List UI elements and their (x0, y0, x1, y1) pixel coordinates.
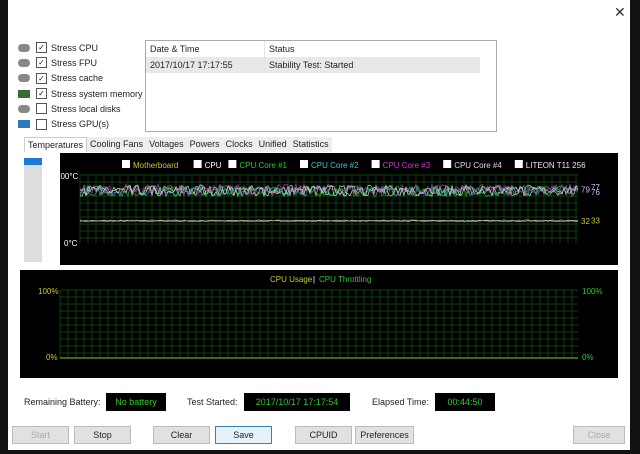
memory-icon (18, 89, 30, 98)
option-label: Stress CPU (51, 42, 99, 53)
y-top-label-left: 100% (38, 287, 58, 296)
stop-button[interactable]: Stop (74, 426, 131, 444)
option-label: Stress system memory (51, 88, 143, 99)
checkbox[interactable]: ✓ (36, 42, 47, 54)
end-value-label: 79 (581, 185, 590, 194)
tab-bar: Temperatures Cooling Fans Voltages Powers Cl… (24, 137, 332, 152)
y-bottom-label: 0°C (64, 239, 78, 248)
y-bottom-label-right: 0% (582, 353, 594, 362)
disk-icon (18, 104, 30, 113)
legend-checkbox (300, 160, 308, 168)
log-time: 2017/10/17 17:17:55 (146, 57, 265, 73)
tab-cooling-fans[interactable]: Cooling Fans (87, 137, 147, 152)
end-value-label: 76 (591, 188, 600, 197)
scroll-thumb[interactable] (24, 158, 42, 165)
y-top-label: 100°C (60, 172, 79, 181)
start-button[interactable]: Start (12, 426, 69, 444)
stress-option[interactable]: ✓ Stress system memory (18, 86, 143, 101)
checkbox[interactable]: ✓ (36, 57, 47, 69)
tab-statistics[interactable]: Statistics (289, 137, 332, 152)
title-separator: | (313, 275, 315, 284)
gpu-icon (18, 120, 30, 129)
save-button[interactable]: Save (215, 426, 272, 444)
stress-options: ✓ Stress CPU ✓ Stress FPU ✓ Stress cache ✓ Stre… (18, 40, 143, 132)
checkbox[interactable] (36, 103, 47, 115)
option-label: Stress GPU(s) (51, 119, 110, 130)
col-date-time[interactable]: Date & Time (146, 41, 265, 57)
option-label: Stress FPU (51, 57, 98, 68)
stress-option[interactable]: ✓ Stress FPU (18, 55, 143, 70)
close-icon[interactable]: ✕ (614, 4, 626, 21)
test-started-value: 2017/10/17 17:17:54 (244, 393, 350, 411)
end-value-label: 32 (581, 217, 590, 226)
option-label: Stress cache (51, 73, 104, 84)
legend-cpu-core-4: CPU Core #4 (454, 161, 502, 170)
legend-checkbox (122, 160, 130, 168)
sensor-scrollbar[interactable] (24, 158, 42, 262)
legend-liteon-t11-256: LITEON T11 256 (526, 161, 586, 170)
legend-checkbox (514, 160, 523, 168)
tab-clocks[interactable]: Clocks (222, 137, 256, 152)
fpu-icon (18, 58, 30, 67)
option-label: Stress local disks (51, 103, 121, 114)
log-header: Date & Time Status (146, 41, 496, 57)
y-bottom-label-left: 0% (46, 353, 58, 362)
cpuid-button[interactable]: CPUID (295, 426, 352, 444)
legend-cpu-core-3: CPU Core #3 (383, 161, 431, 170)
stress-option[interactable]: ✓ Stress cache (18, 71, 143, 86)
test-started-label: Test Started: (187, 397, 238, 407)
cpu-usage-graph: CPU Usage | CPU Throttling 100% 0% 100% 0% (20, 270, 618, 378)
tab-voltages[interactable]: Voltages (146, 137, 187, 152)
stress-option[interactable]: ✓ Stress CPU (18, 40, 143, 55)
legend-cpu: CPU (205, 161, 222, 170)
tab-unified[interactable]: Unified (255, 137, 290, 152)
log-row[interactable]: 2017/10/17 17:17:55 Stability Test: Star… (146, 57, 480, 73)
title-cpu-throttling: CPU Throttling (319, 275, 371, 284)
col-status[interactable]: Status (265, 44, 295, 54)
close-button[interactable]: Close (573, 426, 625, 444)
end-value-label: 33 (591, 217, 600, 226)
elapsed-time-value: 00:44:50 (435, 393, 495, 411)
legend-checkbox (193, 160, 202, 168)
stress-option[interactable]: Stress GPU(s) (18, 116, 143, 131)
checkbox[interactable]: ✓ (36, 88, 47, 100)
legend-checkbox (371, 160, 380, 168)
checkbox[interactable] (36, 118, 47, 130)
log-table: Date & Time Status 2017/10/17 17:17:55 S… (145, 40, 497, 132)
legend-checkbox (443, 160, 452, 168)
legend-motherboard: Motherboard (133, 161, 178, 170)
elapsed-time-label: Elapsed Time: (372, 397, 430, 407)
checkbox[interactable]: ✓ (36, 72, 47, 84)
tab-powers[interactable]: Powers (186, 137, 223, 152)
stress-option[interactable]: Stress local disks (18, 101, 143, 116)
clear-button[interactable]: Clear (153, 426, 210, 444)
temperature-graph: Motherboard CPU CPU Core #1 CPU Core #2 CPU … (56, 153, 618, 265)
legend-checkbox (228, 160, 237, 168)
legend-cpu-core-2: CPU Core #2 (311, 161, 359, 170)
title-cpu-usage: CPU Usage (270, 275, 313, 284)
tab-temperatures[interactable]: Temperatures (24, 137, 88, 152)
cpu-icon (18, 43, 30, 52)
cache-icon (18, 74, 30, 83)
y-top-label-right: 100% (582, 287, 602, 296)
battery-label: Remaining Battery: (24, 397, 101, 407)
legend-cpu-core-1: CPU Core #1 (239, 161, 287, 170)
log-status: Stability Test: Started (269, 60, 354, 70)
battery-value: No battery (106, 393, 166, 411)
preferences-button[interactable]: Preferences (355, 426, 414, 444)
